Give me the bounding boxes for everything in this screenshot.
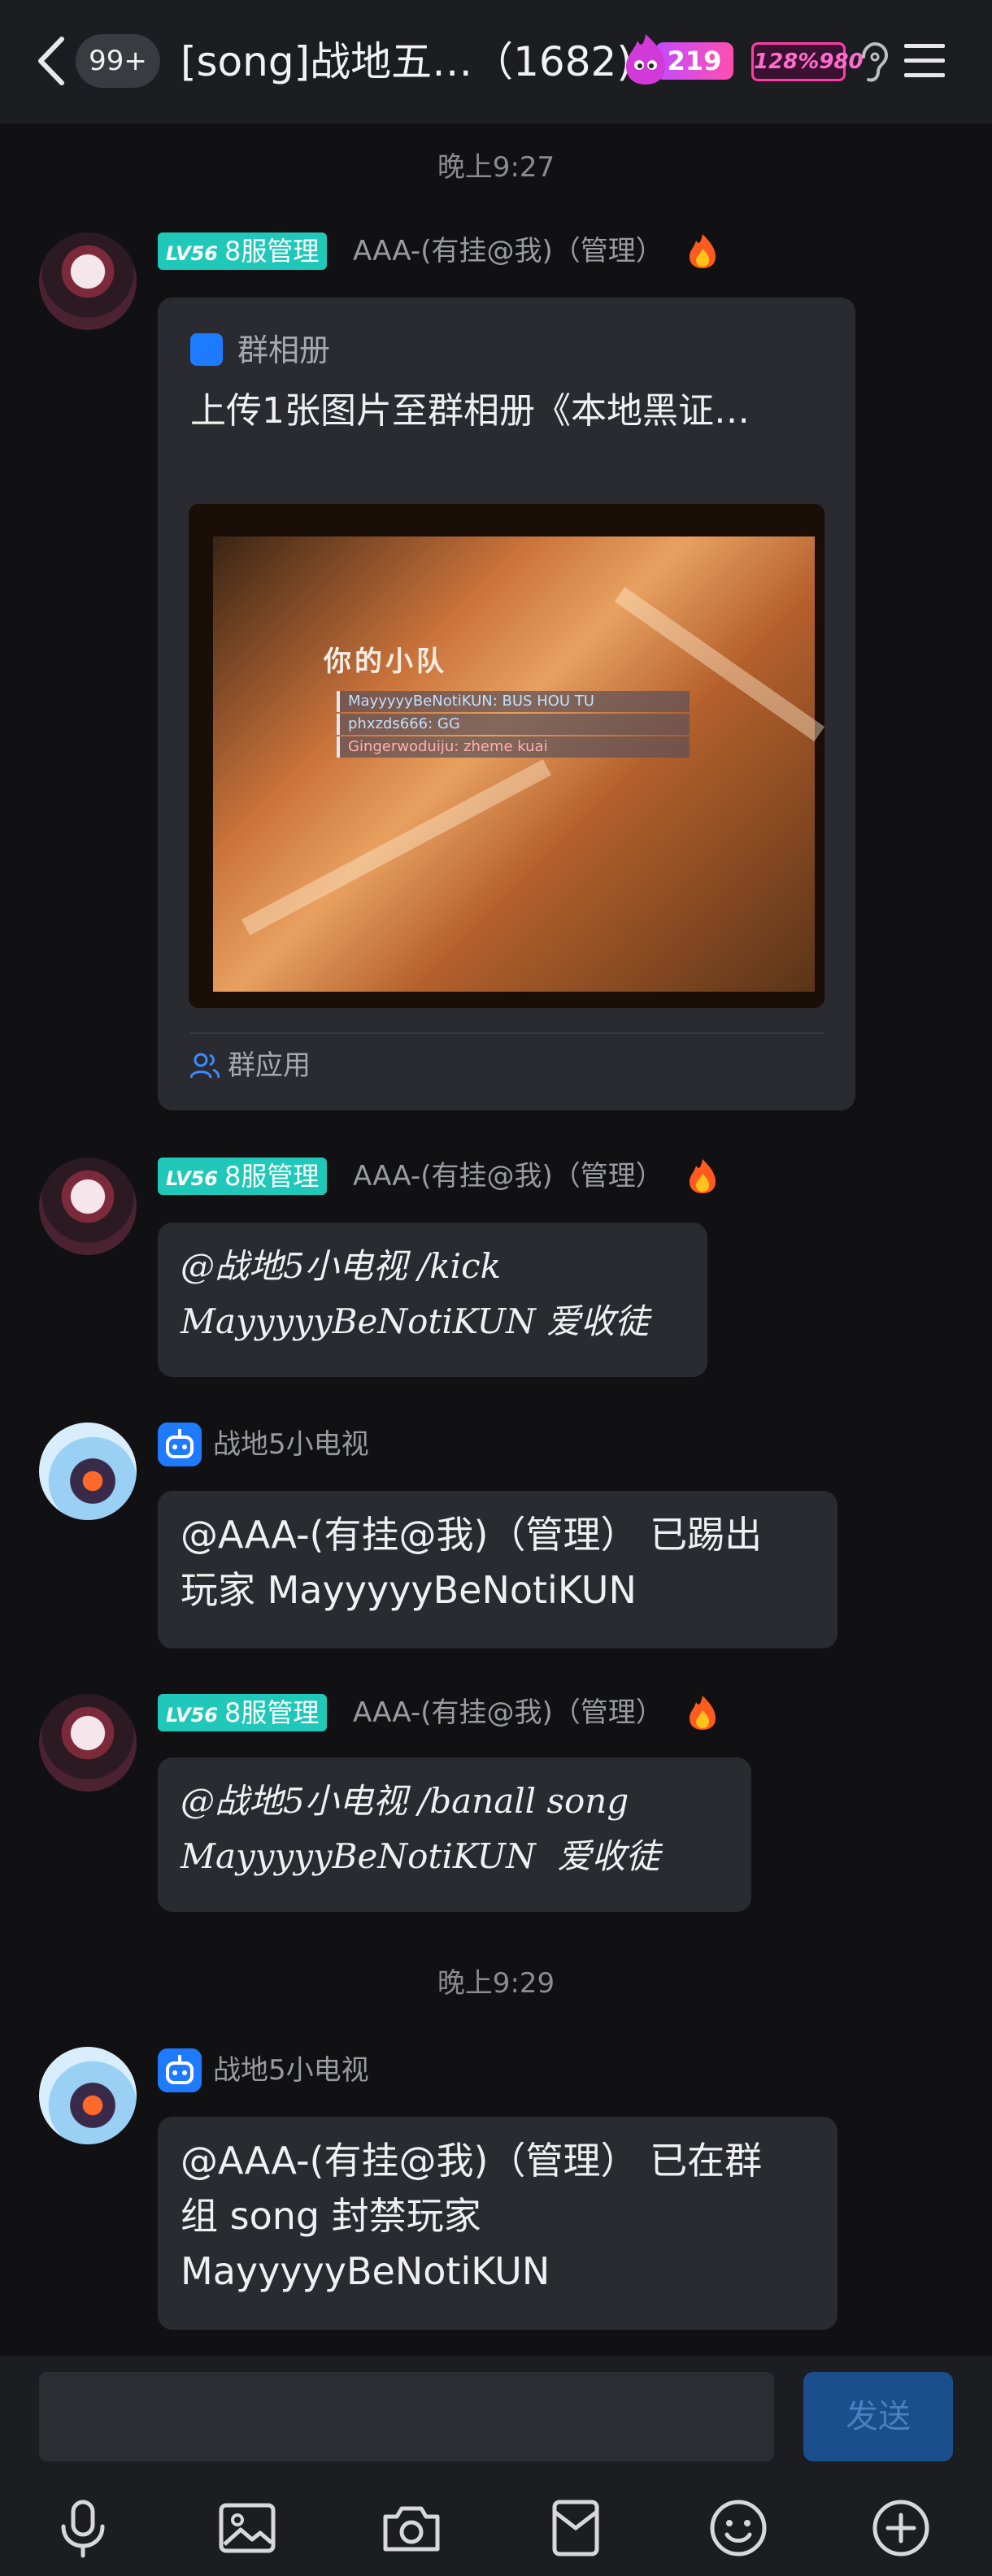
chat-header: 99+ [song]战地五…（1682) 219 128%980 bbox=[0, 0, 992, 124]
photo-screen: 你的小队 MayyyyyBeNotiKUN: BUS HOU TU phxzds… bbox=[213, 536, 824, 992]
photo-row: phxzds666: GG bbox=[337, 714, 690, 735]
card-source-label: 群相册 bbox=[237, 332, 331, 368]
bot-nickname[interactable]: 战地5小电视 bbox=[213, 2052, 369, 2089]
level-text: LV56 bbox=[166, 1167, 218, 1190]
fire-icon bbox=[690, 1159, 716, 1193]
level-text: LV56 bbox=[166, 1704, 218, 1727]
badge-title: 8服管理 bbox=[224, 1161, 320, 1192]
menu-icon[interactable] bbox=[904, 42, 945, 80]
bottom-toolbar bbox=[0, 2478, 992, 2576]
image-icon[interactable] bbox=[215, 2496, 280, 2561]
bot-nickname[interactable]: 战地5小电视 bbox=[213, 1426, 369, 1463]
level-text: LV56 bbox=[166, 242, 218, 265]
back-arrow-icon[interactable] bbox=[33, 33, 73, 89]
message-timestamp: 晚上9:27 bbox=[437, 151, 555, 184]
message-timestamp: 晚上9:29 bbox=[437, 1967, 555, 2000]
message-bubble[interactable]: @战地5小电视 /banall song MayyyyyBeNotiKUN 爱收… bbox=[158, 1757, 751, 1912]
photo-heading: 你的小队 bbox=[324, 645, 447, 678]
fire-icon bbox=[690, 234, 716, 268]
sender-nickname[interactable]: AAA-(有挂@我)（管理） bbox=[353, 1158, 664, 1195]
robot-icon bbox=[158, 2048, 202, 2092]
group-level-badge[interactable]: 128%980 bbox=[751, 42, 864, 81]
album-share-card[interactable]: 群相册 上传1张图片至群相册《本地黑证… 你的小队 MayyyyyBeNotiK… bbox=[158, 298, 855, 1110]
fire-icon bbox=[690, 1696, 716, 1730]
group-app-icon bbox=[190, 1053, 220, 1079]
microphone-icon[interactable] bbox=[50, 2496, 115, 2561]
group-title[interactable]: [song]战地五…（1682) bbox=[181, 29, 633, 94]
sender-nickname[interactable]: AAA-(有挂@我)（管理） bbox=[353, 232, 664, 270]
album-icon bbox=[190, 333, 223, 366]
badge-title: 8服管理 bbox=[224, 236, 320, 267]
member-level-badge: LV56 8服管理 bbox=[158, 1158, 328, 1195]
emoji-icon[interactable] bbox=[706, 2496, 771, 2561]
message-text: @AAA-(有挂@我)（管理） 已在群 组 song 封禁玩家 MayyyyyB… bbox=[181, 2139, 763, 2293]
plus-icon[interactable] bbox=[868, 2496, 933, 2561]
card-footer-label: 群应用 bbox=[228, 1049, 311, 1082]
bot-avatar[interactable] bbox=[39, 2047, 137, 2144]
message-text: @AAA-(有挂@我)（管理） 已踢出 玩家 MayyyyyBeNotiKUN bbox=[181, 1513, 763, 1612]
message-bubble[interactable]: @AAA-(有挂@我)（管理） 已踢出 玩家 MayyyyyBeNotiKUN bbox=[158, 1491, 838, 1649]
card-title: 上传1张图片至群相册《本地黑证… bbox=[190, 390, 750, 432]
message-text: @战地5小电视 /kick MayyyyyBeNotiKUN 爱收徒 bbox=[181, 1246, 650, 1341]
badge-title: 8服管理 bbox=[224, 1697, 320, 1728]
send-button[interactable]: 发送 bbox=[803, 2372, 953, 2461]
unread-count-badge[interactable]: 99+ bbox=[76, 34, 160, 88]
photo-light-stripe bbox=[241, 759, 552, 936]
camera-icon[interactable] bbox=[379, 2496, 444, 2561]
photo-row: MayyyyyBeNotiKUN: BUS HOU TU bbox=[337, 691, 690, 712]
message-text: @战地5小电视 /banall song MayyyyyBeNotiKUN 爱收… bbox=[181, 1781, 660, 1876]
avatar[interactable] bbox=[39, 1694, 137, 1792]
message-input-bar: 发送 bbox=[0, 2356, 992, 2478]
bot-avatar[interactable] bbox=[39, 1423, 137, 1520]
message-bubble[interactable]: @AAA-(有挂@我)（管理） 已在群 组 song 封禁玩家 MayyyyyB… bbox=[158, 2117, 838, 2330]
message-input[interactable] bbox=[39, 2372, 774, 2461]
ear-icon[interactable] bbox=[857, 42, 890, 83]
sender-nickname[interactable]: AAA-(有挂@我)（管理） bbox=[353, 1694, 664, 1731]
member-level-badge: LV56 8服管理 bbox=[158, 232, 328, 270]
fire-mascot-icon bbox=[626, 34, 665, 85]
avatar[interactable] bbox=[39, 1158, 137, 1255]
member-level-badge: LV56 8服管理 bbox=[158, 1694, 328, 1731]
red-packet-icon[interactable] bbox=[543, 2496, 608, 2561]
avatar[interactable] bbox=[39, 232, 137, 330]
message-bubble[interactable]: @战地5小电视 /kick MayyyyyBeNotiKUN 爱收徒 bbox=[158, 1223, 707, 1377]
group-fire-badge[interactable]: 219 bbox=[623, 33, 735, 86]
card-divider bbox=[190, 1032, 824, 1034]
photo-row: Gingerwoduiju: zheme kuai bbox=[337, 736, 690, 758]
shared-photo[interactable]: 你的小队 MayyyyyBeNotiKUN: BUS HOU TU phxzds… bbox=[189, 504, 824, 1008]
robot-icon bbox=[158, 1423, 202, 1466]
